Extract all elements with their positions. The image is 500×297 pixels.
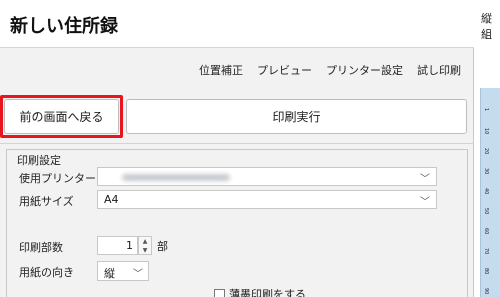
ruler-tick-label: 30 xyxy=(483,168,489,175)
paper-size-select[interactable]: A4 ﹀ xyxy=(97,190,437,209)
ruler-tick-label: 90 xyxy=(483,288,489,295)
stepper-down-icon[interactable]: ▼ xyxy=(139,246,151,255)
toolbar-menu: 位置補正 プレビュー プリンター設定 試し印刷 xyxy=(199,62,461,78)
printer-select[interactable]: ﹀ xyxy=(97,167,437,186)
menu-printer-settings[interactable]: プリンター設定 xyxy=(326,62,403,78)
copies-unit: 部 xyxy=(157,240,168,253)
divider xyxy=(0,143,474,144)
light-ink-label: 薄墨印刷をする xyxy=(229,288,306,297)
ruler-tick-label: 10 xyxy=(483,128,489,135)
menu-position-adjust[interactable]: 位置補正 xyxy=(199,62,243,78)
title-bar: 新しい住所録 xyxy=(0,0,474,48)
copies-label: 印刷部数 xyxy=(19,241,63,254)
chevron-down-icon: ﹀ xyxy=(133,269,143,280)
light-ink-option[interactable]: 薄墨印刷をする xyxy=(214,286,306,297)
ruler: 1 10 20 30 40 50 60 70 80 90 xyxy=(480,88,500,297)
orientation-select[interactable]: 縦 ﹀ xyxy=(97,261,149,281)
print-settings-group: 印刷設定 使用プリンター ﹀ 用紙サイズ A4 ﹀ 印刷部数 1 ▲ ▼ 部 用… xyxy=(6,149,468,297)
stepper-up-icon[interactable]: ▲ xyxy=(139,237,151,246)
chevron-down-icon: ﹀ xyxy=(420,174,430,185)
back-button[interactable]: 前の画面へ戻る xyxy=(4,99,119,134)
ruler-tick-label: 20 xyxy=(483,148,489,155)
vertical-layout-label: 縦組 xyxy=(481,12,492,41)
ruler-tick-label: 60 xyxy=(483,228,489,235)
paper-size-label: 用紙サイズ xyxy=(19,195,74,208)
printer-label: 使用プリンター xyxy=(19,172,96,185)
page-title: 新しい住所録 xyxy=(10,16,118,37)
print-dialog: 新しい住所録 位置補正 プレビュー プリンター設定 試し印刷 前の画面へ戻る 印… xyxy=(0,0,474,297)
copies-stepper[interactable]: ▲ ▼ xyxy=(138,236,152,255)
printer-name-blurred xyxy=(122,174,230,181)
menu-test-print[interactable]: 試し印刷 xyxy=(417,62,461,78)
ruler-tick-label: 70 xyxy=(483,248,489,255)
ruler-tick-label: 50 xyxy=(483,208,489,215)
print-button[interactable]: 印刷実行 xyxy=(126,99,467,134)
menu-preview[interactable]: プレビュー xyxy=(257,62,312,78)
ruler-tick-label: 40 xyxy=(483,188,489,195)
ruler-tick-label: 80 xyxy=(483,268,489,275)
settings-title: 印刷設定 xyxy=(17,154,61,167)
chevron-down-icon: ﹀ xyxy=(420,197,430,208)
paper-size-value: A4 xyxy=(104,193,119,206)
copies-input[interactable]: 1 xyxy=(97,236,138,255)
orientation-label: 用紙の向き xyxy=(19,266,74,279)
ruler-tick-label: 1 xyxy=(483,108,489,112)
orientation-value: 縦 xyxy=(104,267,115,280)
light-ink-checkbox[interactable] xyxy=(214,288,225,297)
